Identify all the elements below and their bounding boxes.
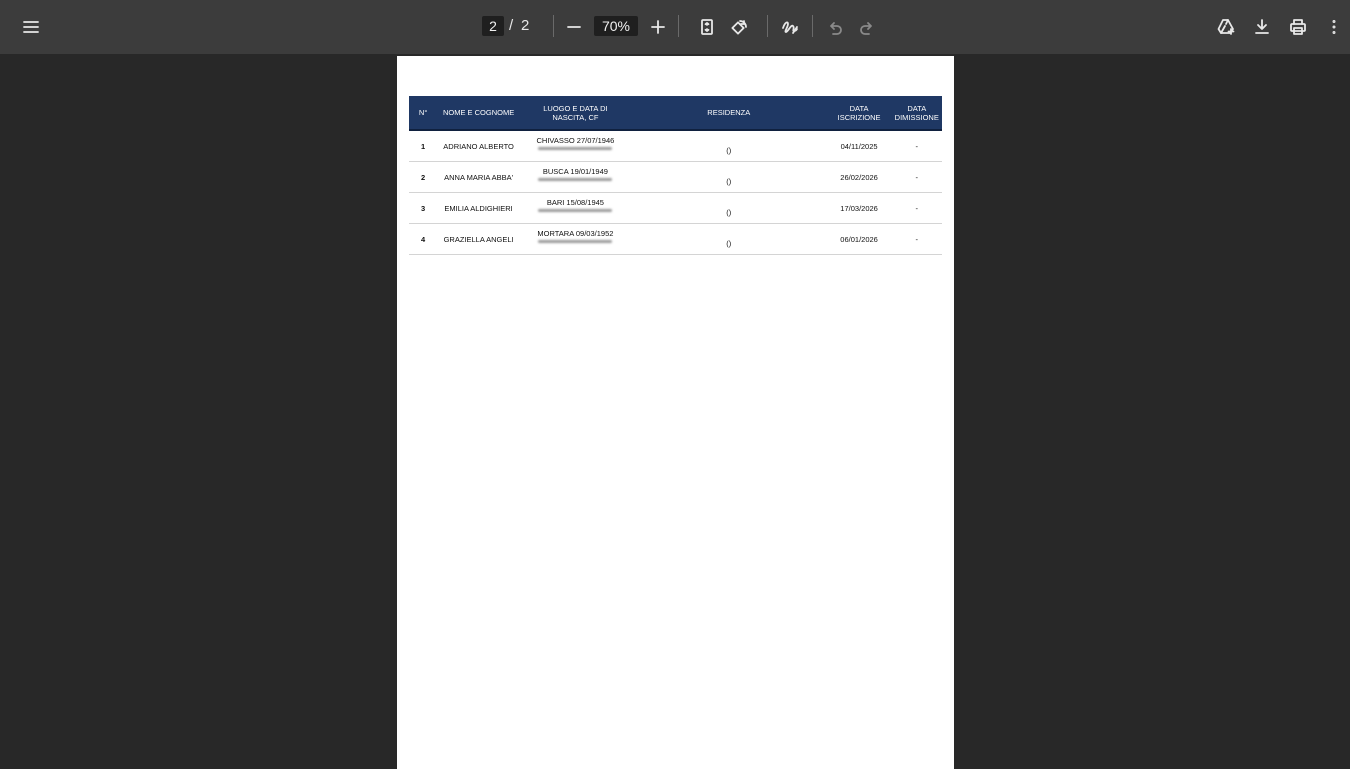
row-number: 3 [409,192,438,224]
redo-icon [860,22,872,35]
header-dismissed-line2: DIMISSIONE [894,112,939,122]
header-enrolled: DATA ISCRIZIONE [826,96,892,131]
fit-to-page-icon [701,19,713,35]
print-button[interactable] [1282,11,1314,43]
divider [812,15,813,37]
row-birth-text: CHIVASSO 27/07/1946 [536,136,615,145]
row-residence: () [630,192,827,224]
redacted-cf [538,240,613,243]
members-table: N° NOME E COGNOME LUOGO E DATA DI NASCIT… [409,96,942,255]
table-row: 1 ADRIANO ALBERTO CHIVASSO 27/07/1946 ()… [409,130,942,162]
header-dismissed-line1: DATA [907,103,927,113]
row-number: 1 [409,130,438,162]
row-number: 4 [409,223,438,255]
row-dismissed: - [891,192,942,224]
save-to-drive-button[interactable] [1210,11,1242,43]
download-button[interactable] [1246,11,1278,43]
zoom-out-button[interactable] [558,11,590,43]
plus-icon [651,20,665,34]
row-enrolled: 17/03/2026 [826,192,892,224]
row-number: 2 [409,161,438,193]
row-residence: () [630,161,827,193]
page-separator: / [509,17,514,34]
row-birth: BARI 15/08/1945 [519,192,631,224]
redo-button[interactable] [851,11,883,43]
divider [678,15,679,37]
printer-icon [1290,19,1306,35]
minus-icon [567,26,581,28]
redacted-cf [538,209,613,212]
row-residence-text: () [726,238,732,248]
row-name: EMILIA ALDIGHIERI [437,192,520,224]
download-icon [1255,19,1269,34]
table-row: 3 EMILIA ALDIGHIERI BARI 15/08/1945 () 1… [409,192,942,224]
drive-add-icon [1217,19,1235,35]
zoom-in-button[interactable] [642,11,674,43]
redacted-cf [538,147,613,150]
draw-pen-icon [782,21,798,34]
pdf-toolbar: 2 / 2 70% [0,0,1350,54]
table-row: 4 GRAZIELLA ANGELI MORTARA 09/03/1952 ()… [409,223,942,255]
header-enrolled-line2: ISCRIZIONE [837,112,881,122]
row-birth: CHIVASSO 27/07/1946 [519,130,631,162]
table-row: 2 ANNA MARIA ABBA' BUSCA 19/01/1949 () 2… [409,161,942,193]
row-dismissed: - [891,223,942,255]
row-enrolled: 06/01/2026 [826,223,892,255]
row-dismissed: - [891,161,942,193]
rotate-button[interactable] [723,11,755,43]
row-enrolled: 26/02/2026 [826,161,892,193]
divider [767,15,768,37]
redacted-cf [538,178,613,181]
more-options-button[interactable] [1318,11,1350,43]
fit-page-button[interactable] [691,11,723,43]
row-residence: () [630,130,827,162]
undo-icon [830,22,842,35]
row-name: ADRIANO ALBERTO [437,130,520,162]
row-birth: BUSCA 19/01/1949 [519,161,631,193]
header-name: NOME E COGNOME [437,96,520,131]
header-birth: LUOGO E DATA DI NASCITA, CF [519,96,631,131]
row-residence-text: () [726,145,732,155]
zoom-input[interactable]: 70% [594,16,638,36]
header-number: N° [409,96,438,131]
row-dismissed: - [891,130,942,162]
row-birth: MORTARA 09/03/1952 [519,223,631,255]
header-enrolled-line1: DATA [849,103,869,113]
annotate-button[interactable] [774,11,806,43]
row-birth-text: BUSCA 19/01/1949 [542,167,608,176]
header-birth-line2: NASCITA, CF [552,112,599,122]
header-dismissed: DATA DIMISSIONE [891,96,942,131]
more-vertical-icon [1332,20,1336,34]
page-number-input[interactable]: 2 [482,16,504,36]
divider [553,15,554,37]
menu-button[interactable] [15,11,47,43]
row-name: ANNA MARIA ABBA' [437,161,520,193]
rotate-icon [731,20,747,35]
row-residence-text: () [726,207,732,217]
header-birth-line1: LUOGO E DATA DI [543,103,608,113]
row-residence: () [630,223,827,255]
row-birth-text: BARI 15/08/1945 [546,198,604,207]
row-birth-text: MORTARA 09/03/1952 [537,229,614,238]
table-header-row: N° NOME E COGNOME LUOGO E DATA DI NASCIT… [409,96,942,131]
row-residence-text: () [726,176,732,186]
hamburger-menu-icon [23,21,39,33]
undo-button[interactable] [819,11,851,43]
page-total: 2 [521,17,530,34]
header-residence: RESIDENZA [630,96,827,131]
row-enrolled: 04/11/2025 [826,130,892,162]
row-name: GRAZIELLA ANGELI [437,223,520,255]
pdf-page: N° NOME E COGNOME LUOGO E DATA DI NASCIT… [397,56,954,769]
